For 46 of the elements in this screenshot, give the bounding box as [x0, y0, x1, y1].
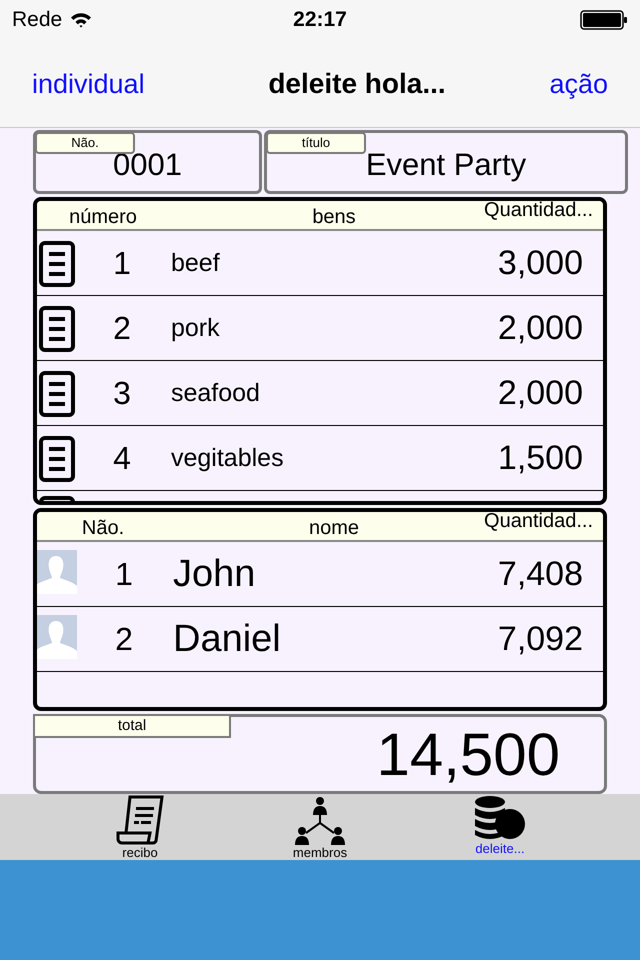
- item-amount: 1,500: [498, 439, 583, 478]
- individual-button[interactable]: individual: [32, 68, 145, 100]
- item-amount: 3,000: [498, 244, 583, 283]
- carrier-name: Rede: [12, 8, 62, 32]
- action-button[interactable]: ação: [549, 68, 608, 100]
- member-name: Daniel: [173, 618, 282, 662]
- field-label: Não.: [35, 132, 135, 154]
- item-number: 2: [112, 310, 132, 347]
- field-value: Event Party: [366, 147, 526, 183]
- item-name: seafood: [171, 379, 261, 408]
- form-field[interactable]: título Event Party: [264, 130, 628, 194]
- member-number: 1: [114, 556, 134, 594]
- coins-icon: [474, 795, 526, 841]
- member-amount: 7,092: [498, 620, 583, 660]
- tab-item[interactable]: recibo: [85, 794, 195, 860]
- field-label: título: [266, 132, 366, 154]
- receipt-icon: [116, 795, 164, 845]
- column-header: número: [68, 206, 138, 229]
- member-amount: 7,408: [498, 555, 583, 594]
- item-name: vegitables: [171, 444, 285, 473]
- clock-time: 22:17: [293, 8, 347, 32]
- item-name: beef: [171, 249, 221, 278]
- column-header: Quantidad...: [484, 512, 593, 534]
- member-name: John: [173, 553, 256, 596]
- form-field[interactable]: Não. 0001: [33, 130, 262, 194]
- item-number: 3: [112, 375, 132, 412]
- item-amount: 2,000: [498, 309, 583, 348]
- battery-icon: [580, 10, 628, 30]
- item-amount: 2,000: [498, 374, 583, 413]
- column-header: Não.: [80, 517, 126, 540]
- total-label: total: [33, 714, 231, 738]
- avatar-icon: [37, 614, 77, 659]
- tab-item[interactable]: membros: [265, 794, 375, 860]
- total-value: 14,500: [376, 720, 560, 790]
- member-number: 2: [114, 621, 134, 658]
- wifi-icon: [70, 12, 92, 28]
- tab-item[interactable]: deleite...: [445, 794, 555, 860]
- avatar-icon: [37, 550, 77, 594]
- people-network-icon: [294, 795, 346, 845]
- item-name: pork: [171, 314, 221, 343]
- column-header: bens: [311, 206, 357, 229]
- item-number: 1: [112, 245, 132, 282]
- item-number: 4: [112, 440, 132, 477]
- column-header: Quantidad...: [484, 201, 593, 222]
- column-header: nome: [308, 517, 360, 540]
- screen-title: deleite hola...: [268, 68, 446, 100]
